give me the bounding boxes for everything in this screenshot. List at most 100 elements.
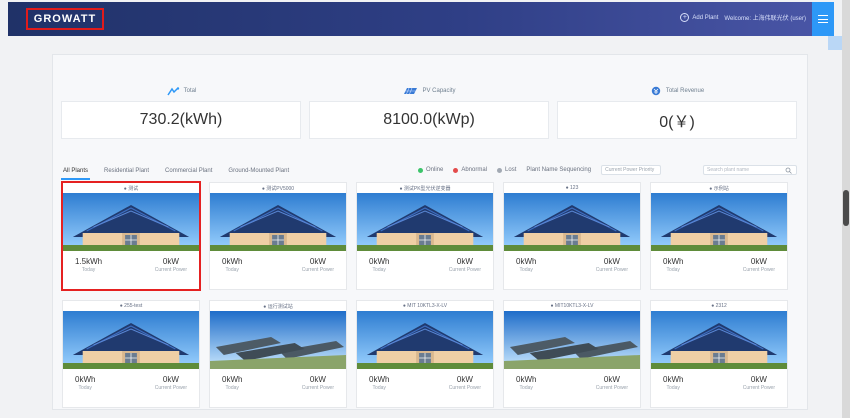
current-power-value: 0kW — [162, 375, 179, 384]
plant-card-title: ● 2312 — [711, 303, 727, 309]
current-power-label: Current Power — [595, 385, 628, 391]
house-solar-image — [63, 311, 199, 369]
plant-metrics: 0kWh Today 0kW Current Power — [210, 251, 346, 273]
stat-total-value: 730.2(kWh) — [61, 101, 301, 139]
today-energy-label: Today — [519, 385, 533, 391]
current-power: 0kW Current Power — [155, 375, 187, 391]
menu-button[interactable] — [812, 2, 834, 36]
legend-lost-label: Lost — [505, 167, 517, 173]
search-icon[interactable] — [785, 167, 792, 174]
current-power-value: 0kW — [309, 257, 326, 266]
plant-thumbnail[interactable] — [210, 193, 346, 251]
plant-card[interactable]: ● MIT10KTL3-X-LV 0kWh Today 0kW Current … — [503, 300, 641, 408]
house-solar-image — [651, 311, 787, 369]
today-energy-label: Today — [372, 385, 386, 391]
tab-all-plants[interactable]: All Plants — [61, 166, 91, 180]
today-energy-label: Today — [225, 267, 239, 273]
plant-card-title: ● 测试PK型光伏逆变器 — [399, 185, 451, 192]
menu-icon — [818, 15, 828, 23]
stat-revenue-value: 0(￥) — [557, 101, 797, 139]
plant-card[interactable]: ● 测试PK型光伏逆变器 0kWh Today 0kW Current Powe… — [356, 182, 494, 290]
plant-card-title: ● 255-test — [119, 303, 143, 309]
legend-lost[interactable]: Lost — [497, 167, 516, 173]
house-solar-image — [504, 193, 640, 251]
plant-thumbnail[interactable] — [651, 193, 787, 251]
plant-card-title: ● MIT 10KTL3-X-LV — [402, 303, 448, 309]
top-navigation-bar: GROWATT + Add Plant Welcome: 上海伟联光伏 (use… — [8, 2, 834, 36]
plant-thumbnail[interactable] — [357, 193, 493, 251]
plant-metrics: 1.5kWh Today 0kW Current Power — [63, 251, 199, 273]
legend-online[interactable]: Online — [418, 167, 443, 173]
today-energy: 0kWh Today — [516, 257, 536, 273]
plants-panel: Total 730.2(kWh) PV Capacity 8100.0(kWp)… — [52, 54, 808, 410]
plant-thumbnail[interactable] — [357, 311, 493, 369]
current-power-label: Current Power — [154, 385, 187, 391]
plant-metrics: 0kWh Today 0kW Current Power — [357, 369, 493, 391]
plant-search-placeholder: Search plant name — [707, 167, 749, 173]
side-menu-hint[interactable] — [828, 36, 842, 50]
plant-card[interactable]: ● 2312 0kWh Today 0kW Current Power — [650, 300, 788, 408]
legend-abnormal[interactable]: Abnormal — [453, 167, 487, 173]
current-power-label: Current Power — [154, 267, 187, 273]
plant-metrics: 0kWh Today 0kW Current Power — [63, 369, 199, 391]
plant-card-title: ● MIT10KTL3-X-LV — [550, 303, 594, 309]
today-energy-label: Today — [78, 385, 92, 391]
current-power-value: 0kW — [309, 375, 326, 384]
add-plant-link[interactable]: + Add Plant — [680, 13, 718, 22]
plant-card[interactable]: ● 测试PV5000 0kWh Today 0kW Current Power — [209, 182, 347, 290]
stat-pv-capacity: PV Capacity 8100.0(kWp) — [309, 81, 549, 143]
today-energy: 0kWh Today — [369, 257, 389, 273]
today-energy-value: 1.5kWh — [75, 257, 103, 266]
plant-search-input[interactable]: Search plant name — [703, 165, 797, 175]
plant-thumbnail[interactable] — [651, 311, 787, 369]
today-energy-value: 0kWh — [222, 375, 243, 384]
plant-card[interactable]: ● MIT 10KTL3-X-LV 0kWh Today 0kW Current… — [356, 300, 494, 408]
stat-pv-value: 8100.0(kWp) — [309, 101, 549, 139]
current-power-label: Current Power — [301, 267, 334, 273]
tab-residential[interactable]: Residential Plant — [102, 166, 151, 180]
plant-card[interactable]: ● 示例站 0kWh Today 0kW Current Power — [650, 182, 788, 290]
current-power-label: Current Power — [742, 267, 775, 273]
tab-ground-mounted[interactable]: Ground-Mounted Plant — [226, 166, 291, 180]
plant-card[interactable]: ● 255-test 0kWh Today 0kW Current Power — [62, 300, 200, 408]
plant-thumbnail[interactable] — [63, 311, 199, 369]
house-solar-image — [357, 193, 493, 251]
plant-metrics: 0kWh Today 0kW Current Power — [357, 251, 493, 273]
window-scrollbar-thumb[interactable] — [843, 190, 849, 226]
current-power-value: 0kW — [456, 257, 473, 266]
abnormal-dot-icon — [453, 167, 459, 173]
current-power-value: 0kW — [603, 375, 620, 384]
today-energy: 1.5kWh Today — [75, 257, 102, 273]
add-plant-label: Add Plant — [692, 14, 719, 21]
solar-field-image — [504, 311, 640, 369]
plant-card[interactable]: ● 运行测试站 0kWh Today 0kW Current Power — [209, 300, 347, 408]
tab-commercial[interactable]: Commercial Plant — [163, 166, 214, 180]
growatt-logo[interactable]: GROWATT — [26, 8, 104, 30]
plant-thumbnail[interactable] — [504, 311, 640, 369]
solar-field-image — [210, 311, 346, 369]
today-energy: 0kWh Today — [222, 375, 242, 391]
plant-card[interactable]: ● 测试 1.5kWh Today 0kW Current Power — [61, 181, 201, 291]
legend-abnormal-label: Abnormal — [461, 167, 488, 173]
plant-thumbnail[interactable] — [504, 193, 640, 251]
plant-card-title: ● 运行测试站 — [263, 303, 293, 310]
today-energy: 0kWh Today — [663, 257, 683, 273]
user-welcome-link[interactable]: Welcome: 上海伟联光伏 (user) — [724, 13, 806, 22]
today-energy-label: Today — [81, 267, 96, 273]
plant-type-tabs: All Plants Residential Plant Commercial … — [61, 166, 291, 180]
plant-thumbnail[interactable] — [210, 311, 346, 369]
plant-metrics: 0kWh Today 0kW Current Power — [651, 369, 787, 391]
current-power: 0kW Current Power — [302, 257, 334, 273]
plant-metrics: 0kWh Today 0kW Current Power — [504, 251, 640, 273]
current-power-value: 0kW — [750, 257, 767, 266]
today-energy: 0kWh Today — [75, 375, 95, 391]
plus-icon: + — [680, 13, 690, 22]
plant-card[interactable]: ● 123 0kWh Today 0kW Current Power — [503, 182, 641, 290]
sort-select[interactable]: Current Power Priority — [601, 165, 662, 175]
today-energy-label: Today — [666, 267, 680, 273]
today-energy-value: 0kWh — [369, 375, 390, 384]
current-power: 0kW Current Power — [449, 375, 481, 391]
stat-total-revenue: Total Revenue 0(￥) — [557, 81, 797, 143]
plant-thumbnail[interactable] — [63, 193, 199, 251]
today-energy-value: 0kWh — [516, 257, 537, 266]
